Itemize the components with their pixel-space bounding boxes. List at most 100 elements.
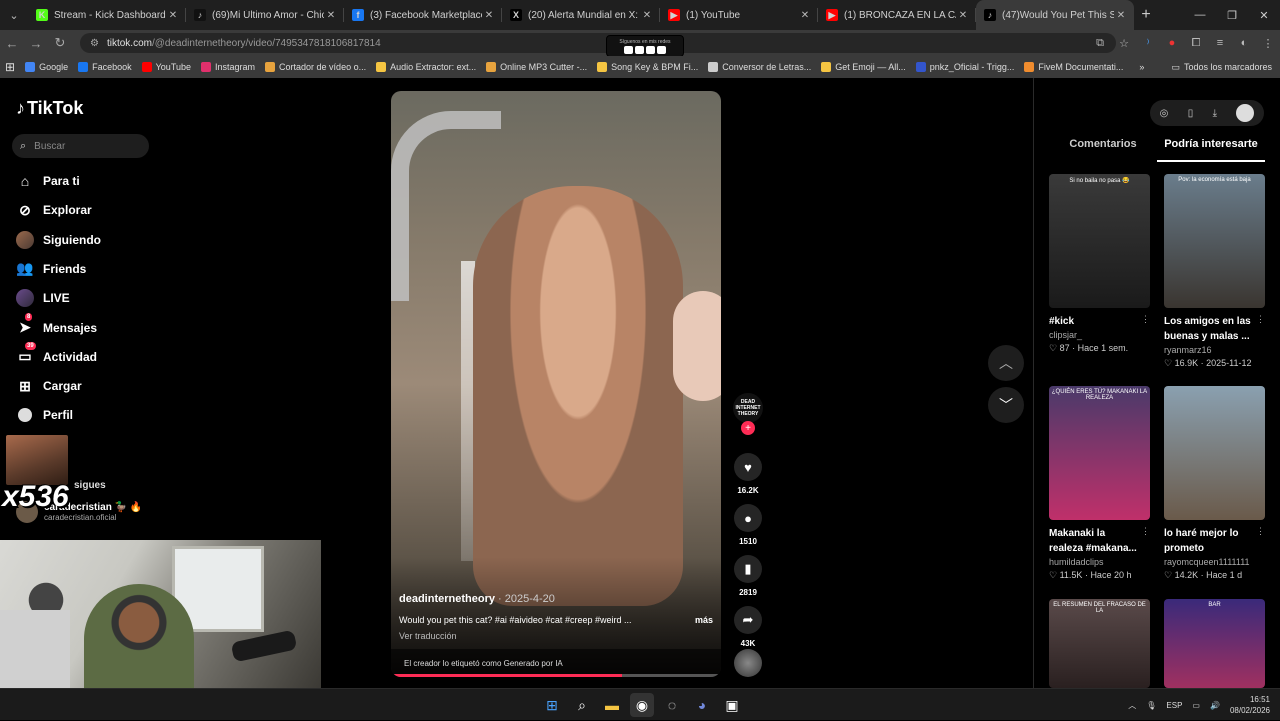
more-options-icon[interactable]: ⋮ [1256,314,1265,344]
bookmark-item[interactable]: Audio Extractor: ext... [371,62,481,72]
music-disc-icon[interactable] [734,649,762,677]
card-author[interactable]: ryanmarz16 [1164,345,1265,355]
bookmark-item[interactable]: FiveM Documentati... [1019,62,1128,72]
video-player[interactable]: deadinternetheory · 2025-4-20 Would you … [391,91,721,677]
url-field[interactable]: ⚙ tiktok.com/@deadinternetheory/video/74… [80,33,1116,53]
recommended-video-card[interactable]: ¿QUIÉN ERES TÚ? MAKANAKI LA REALEZA Makan… [1049,386,1150,581]
bookmark-item[interactable]: Song Key & BPM Fi... [592,62,703,72]
card-author[interactable]: clipsjar_ [1049,330,1150,340]
taskbar-clock[interactable]: 16:51 08/02/2026 [1230,694,1270,716]
browser-tab[interactable]: ♪ (47)Would You Pet This Sur ✕ [976,0,1134,30]
bookmark-item[interactable]: Instagram [196,62,260,72]
sidebar-item-siguiendo[interactable]: Siguiendo [16,230,101,249]
tab-close-icon[interactable]: ✕ [956,10,970,21]
share-action[interactable]: ➦ 43K [733,606,763,648]
video-thumbnail[interactable] [1164,386,1265,520]
search-box[interactable]: ⌕ Buscar [12,134,149,158]
minimize-icon[interactable]: — [1184,0,1216,30]
bookmark-item[interactable]: Get Emoji — All... [816,62,911,72]
recommended-video-card[interactable]: BAR [1164,599,1265,688]
close-window-icon[interactable]: ✕ [1248,0,1280,30]
bookmark-item[interactable]: pnkz_Oficial - Trigg... [911,62,1020,72]
video-thumbnail[interactable]: ¿QUIÉN ERES TÚ? MAKANAKI LA REALEZA [1049,386,1150,520]
download-icon[interactable]: ⤓ [1213,108,1217,119]
video-username[interactable]: deadinternetheory [399,593,495,605]
more-options-icon[interactable]: ⋮ [1141,314,1150,329]
recommended-video-card[interactable]: EL RESUMEN DEL FRACASO DE LA [1049,599,1150,688]
new-tab-button[interactable]: + [1134,6,1158,24]
video-thumbnail[interactable]: Pov: la economía está baja [1164,174,1265,308]
sidebar-item-friends[interactable]: 👥 Friends [16,260,86,278]
profile-avatar-icon[interactable]: ◐ [1232,37,1256,49]
site-info-icon[interactable]: ⚙ [90,38,99,49]
video-thumbnail[interactable]: EL RESUMEN DEL FRACASO DE LA [1049,599,1150,688]
sidebar-item-explorar[interactable]: ⊘ Explorar [16,201,92,219]
coins-icon[interactable]: ◎ [1160,108,1169,119]
tab-close-icon[interactable]: ✕ [640,10,654,21]
follow-plus-button[interactable]: + [741,421,755,435]
chrome-icon[interactable]: ◉ [630,693,654,717]
media-control-icon[interactable]: ≡ [1208,37,1232,49]
more-button[interactable]: más [695,615,713,625]
bookmark-star-icon[interactable]: ☆ [1112,37,1136,50]
creator-avatar[interactable]: DEAD INTERNET THEORY [733,393,763,423]
browser-menu-icon[interactable]: ⋮ [1256,37,1280,50]
card-author[interactable]: rayomcqueen1111111 [1164,557,1265,567]
tab-suggestions[interactable]: Podría interesarte [1157,138,1265,162]
network-icon[interactable]: ▭ [1192,701,1200,710]
video-thumbnail[interactable]: Si no baila no pasa 😂 [1049,174,1150,308]
sidebar-item-actividad[interactable]: ▭ 39 Actividad [16,341,97,366]
bookmark-item[interactable]: Online MP3 Cutter -... [481,62,592,72]
sidebar-item-perfil[interactable]: Perfil [16,406,73,424]
next-video-button[interactable]: ﹀ [988,387,1024,423]
apps-grid-icon[interactable]: ⊞ [0,60,20,74]
tab-close-icon[interactable]: ✕ [482,10,496,21]
extension-b-icon[interactable]: ● [1160,37,1184,49]
volume-icon[interactable]: 🔊 [1210,701,1220,710]
tab-close-icon[interactable]: ✕ [1114,10,1128,21]
extensions-puzzle-icon[interactable]: ⧠ [1184,37,1208,50]
previous-video-button[interactable]: ︿ [988,345,1024,381]
extension-a-icon[interactable]: ⁾ [1136,37,1160,50]
sidebar-item-mensajes[interactable]: ➤ 8 Mensajes [16,312,97,337]
browser-tab[interactable]: K Stream - Kick Dashboard ✕ [28,0,186,30]
browser-tab[interactable]: ▶ (1) YouTube ✕ [660,0,818,30]
more-options-icon[interactable]: ⋮ [1256,526,1265,556]
recommended-video-card[interactable]: lo haré mejor lo prometo ⋮ rayomcqueen1111… [1164,386,1265,581]
like-action[interactable]: ♥ 16.2K [733,453,763,495]
user-avatar-icon[interactable] [1236,104,1255,122]
forward-icon[interactable]: → [24,36,48,51]
windows-start-icon[interactable]: ⊞ [540,693,564,717]
sidebar-item-live[interactable]: LIVE [16,289,70,308]
cast-icon[interactable]: ⧉ [1088,37,1112,50]
all-bookmarks-button[interactable]: ▭ Todos los marcadores [1171,56,1272,78]
comment-action[interactable]: ● 1510 [733,504,763,546]
bookmark-item[interactable]: Facebook [73,62,137,72]
app-icon[interactable]: ▣ [720,693,744,717]
recommended-video-card[interactable]: Pov: la economía está baja Los amigos en … [1164,174,1265,369]
taskbar-search-icon[interactable]: ⌕ [570,693,594,717]
save-action[interactable]: ▮ 2819 [733,555,763,597]
more-options-icon[interactable]: ⋮ [1141,526,1150,556]
tab-search-icon[interactable]: ⌄ [0,0,28,30]
browser-tab[interactable]: ▶ (1) BRONCAZA EN LA CASA DE✕ [818,0,976,30]
discord-icon[interactable]: ◕ [690,693,714,717]
tab-close-icon[interactable]: ✕ [166,10,180,21]
see-translation-link[interactable]: Ver traducción [399,631,457,641]
bookmarks-overflow-icon[interactable]: » [1134,62,1149,72]
tray-overflow-icon[interactable]: ︿ [1128,700,1136,711]
bookmark-item[interactable]: Google [20,62,73,72]
tray-mic-icon[interactable]: 🎙 [1146,701,1156,710]
tab-close-icon[interactable]: ✕ [798,10,812,21]
bookmark-item[interactable]: Conversor de Letras... [703,62,816,72]
sidebar-item-cargar[interactable]: ⊞ Cargar [16,377,82,395]
reload-icon[interactable]: ↻ [48,35,72,51]
device-icon[interactable]: ▯ [1188,108,1194,119]
input-language[interactable]: ESP [1166,701,1182,710]
bookmark-item[interactable]: YouTube [137,62,196,72]
tab-comments[interactable]: Comentarios [1049,138,1157,162]
bookmark-item[interactable]: Cortador de vídeo o... [260,62,371,72]
restore-icon[interactable]: ❐ [1216,0,1248,30]
browser-tab[interactable]: f (3) Facebook Marketplace | Fac✕ [344,0,502,30]
file-explorer-icon[interactable]: ▬ [600,693,624,717]
